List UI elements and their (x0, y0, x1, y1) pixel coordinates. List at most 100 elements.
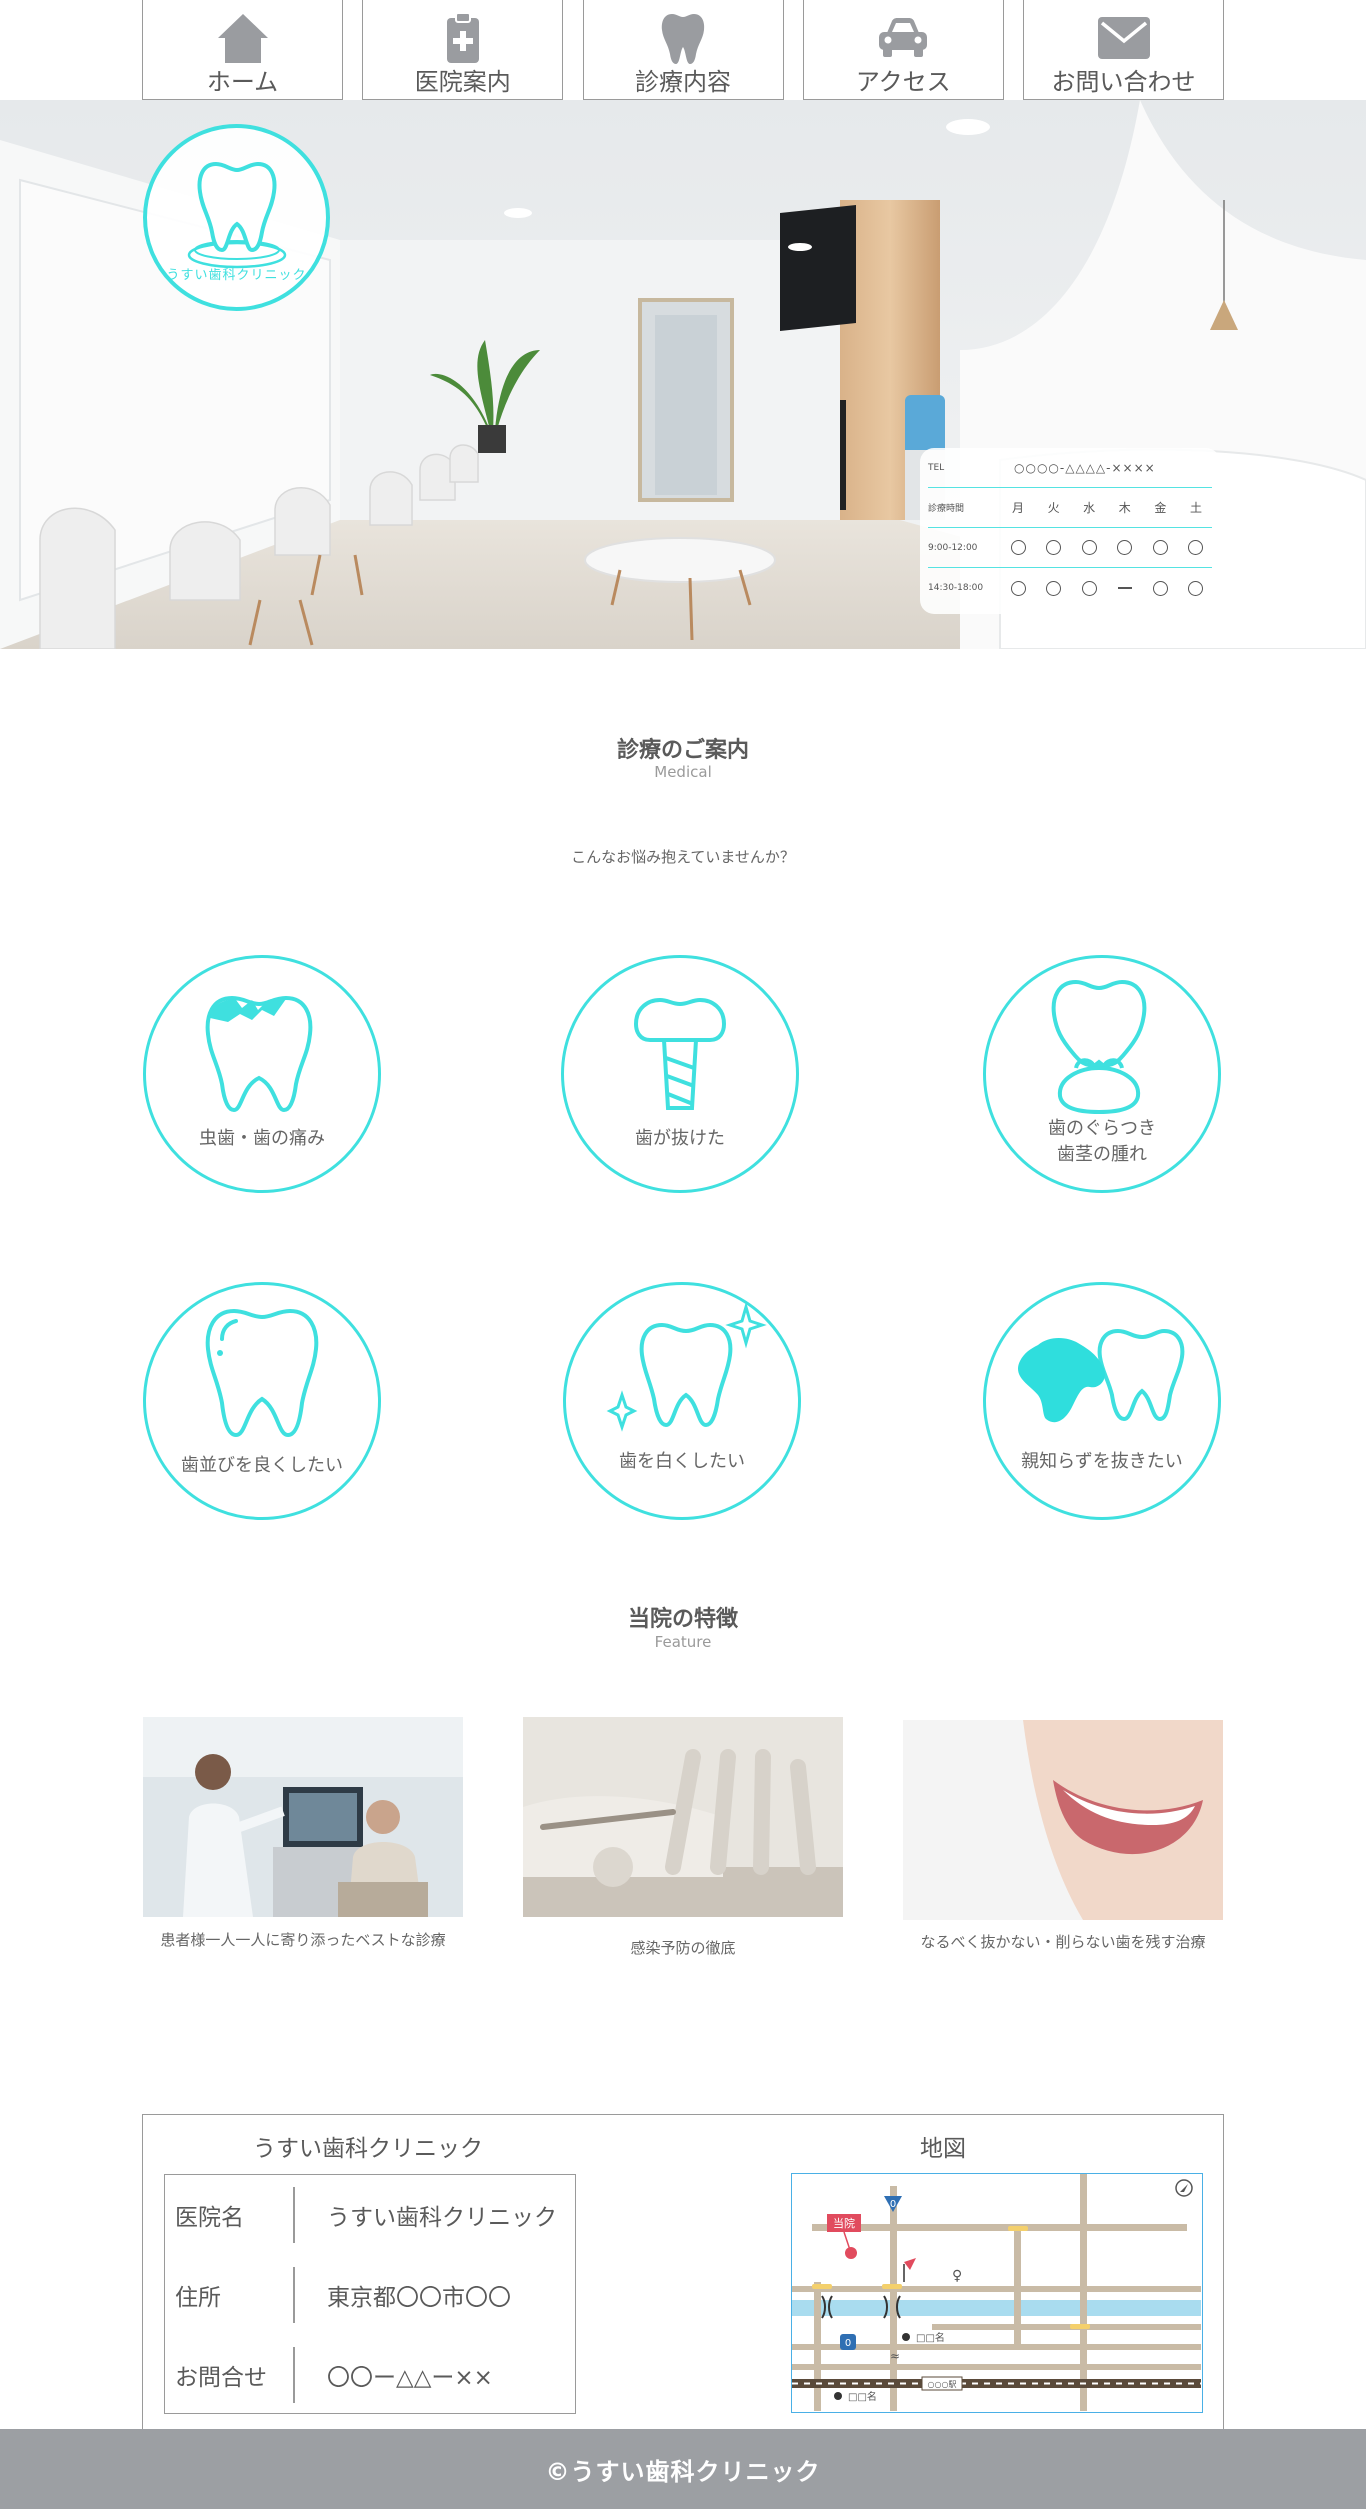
hours-mark (1077, 540, 1101, 555)
day-sat: 土 (1189, 501, 1202, 515)
open-mark (1152, 540, 1168, 555)
open-mark (1081, 540, 1097, 555)
symptom-cavity-label: 虫歯・歯の痛み (199, 1128, 325, 1149)
cavity-tooth-icon (205, 995, 313, 1113)
hours-mark (1113, 581, 1137, 596)
hours-mark (1184, 580, 1208, 596)
symptom-whitening-label: 歯を白くしたい (619, 1451, 745, 1472)
map-clinic-label: 当院 (833, 2216, 855, 2230)
symptom-gum-label-2: 歯茎の腫れ (1057, 1144, 1147, 1165)
clinic-info-section: うすい歯科クリニック 医院名 うすい歯科クリニック 住所 東京都〇〇市〇〇 お問… (142, 2114, 1224, 2429)
sparkle-tooth-icon (606, 1301, 767, 1432)
map-poi-1: □□名 (916, 2331, 945, 2344)
implant-icon (633, 997, 727, 1110)
footer: ©うすい歯科クリニック (0, 2429, 1366, 2509)
feature-section-title: 当院の特徴 (627, 1607, 738, 1632)
logo-text: うすい歯科クリニック (166, 268, 307, 283)
wisdom-tooth-icon (1017, 1328, 1185, 1423)
consultation-photo (143, 1717, 463, 1917)
home-icon (217, 14, 268, 63)
nav-clinic-info-label: 医院案内 (414, 68, 511, 96)
hours-mark (1148, 580, 1172, 596)
car-icon (879, 18, 928, 57)
mail-icon (1097, 17, 1150, 59)
hero-banner: うすい歯科クリニック TEL ○○○○-△△△△-×××× 診療時間 月 火 水… (0, 100, 1366, 649)
info-key-address: 住所 (175, 2285, 221, 2311)
svg-text:♀: ♀ (952, 2268, 962, 2284)
map-route-sign: 0 (890, 2199, 896, 2210)
symptom-cavity[interactable]: 虫歯・歯の痛み (143, 955, 381, 1193)
hours-row-morning: 9:00-12:00 (928, 528, 1212, 568)
day-mon: 月 (1011, 501, 1024, 515)
nav-home-label: ホーム (206, 68, 279, 96)
hours-header-label: 診療時間 (928, 504, 965, 514)
open-mark (1152, 580, 1168, 596)
office-hours-card: TEL ○○○○-△△△△-×××× 診療時間 月 火 水 木 金 土 9:00… (920, 448, 1220, 614)
nav-treatments-label: 診療内容 (635, 68, 731, 96)
straight-tooth-icon (205, 1308, 319, 1438)
hours-mark (1148, 540, 1172, 555)
hours-mark (1184, 540, 1208, 555)
access-map[interactable]: ○○○駅 0 0 当院 □□名 □□名 ♀ ≈ (791, 2173, 1203, 2413)
hours-row-afternoon: 14:30-18:00 (928, 568, 1212, 608)
nav-treatments[interactable]: 診療内容 (582, 0, 784, 100)
symptom-whitening[interactable]: 歯を白くしたい (563, 1282, 801, 1520)
open-mark (1010, 580, 1026, 596)
tel-value[interactable]: ○○○○-△△△△-×××× (1006, 461, 1156, 475)
symptom-wisdom-tooth[interactable]: 親知らずを抜きたい (983, 1282, 1221, 1520)
info-value-name: うすい歯科クリニック (327, 2205, 557, 2231)
medical-section-title: 診療のご案内 (616, 738, 749, 763)
open-mark (1117, 540, 1133, 555)
feature-preservation-caption: なるべく抜かない・削らない歯を残す治療 (920, 1933, 1206, 1951)
symptom-gum[interactable]: 歯のぐらつき 歯茎の腫れ (983, 955, 1221, 1193)
symptom-lost-tooth[interactable]: 歯が抜けた (561, 955, 799, 1193)
symptom-alignment[interactable]: 歯並びを良くしたい (143, 1282, 381, 1520)
open-mark (1081, 580, 1097, 596)
closed-mark (1117, 587, 1132, 589)
hours-mark (1006, 540, 1030, 555)
info-table: 医院名 うすい歯科クリニック 住所 東京都〇〇市〇〇 お問合せ 〇〇ー△△ー×× (164, 2174, 576, 2414)
info-value-address: 東京都〇〇市〇〇 (327, 2285, 511, 2311)
info-row-address: 住所 東京都〇〇市〇〇 (165, 2255, 577, 2335)
open-mark (1046, 540, 1062, 555)
tel-row: TEL ○○○○-△△△△-×××× (928, 448, 1212, 488)
svg-text:≈: ≈ (890, 2349, 900, 2363)
map-station-label: ○○○駅 (928, 2380, 957, 2389)
smile-photo (903, 1720, 1223, 1920)
hours-mark (1042, 580, 1066, 596)
hours-mark (1077, 580, 1101, 596)
nav-home[interactable]: ホーム (142, 0, 343, 100)
nav-clinic-info[interactable]: 医院案内 (362, 0, 564, 100)
hours-mark (1006, 580, 1030, 596)
info-value-contact[interactable]: 〇〇ー△△ー×× (295, 2358, 493, 2392)
medical-lead: こんなお悩み抱えていませんか？ (571, 848, 795, 866)
hours-mark (1042, 540, 1066, 555)
tooth-icon (661, 14, 705, 64)
info-key-name: 医院名 (175, 2205, 244, 2231)
time-morning: 9:00-12:00 (928, 542, 978, 553)
nav-access[interactable]: アクセス (802, 0, 1004, 100)
clipboard-medical-icon (446, 12, 479, 63)
map-poi-2: □□名 (848, 2390, 877, 2403)
logo-tooth-icon (187, 161, 286, 269)
clinic-logo[interactable]: うすい歯科クリニック (143, 124, 330, 311)
time-afternoon: 14:30-18:00 (928, 583, 984, 593)
feature-infection-control-caption: 感染予防の徹底 (630, 1939, 736, 1957)
map-title: 地図 (920, 2136, 966, 2162)
open-mark (1188, 580, 1204, 596)
nav-access-label: アクセス (855, 68, 951, 96)
open-mark (1188, 540, 1204, 555)
info-title: うすい歯科クリニック (253, 2136, 483, 2162)
info-row-name: 医院名 うすい歯科クリニック (165, 2175, 577, 2255)
tel-label: TEL (928, 462, 945, 473)
day-thu: 木 (1118, 501, 1131, 515)
symptom-lost-tooth-label: 歯が抜けた (635, 1128, 725, 1149)
open-mark (1046, 580, 1062, 596)
day-wed: 水 (1083, 501, 1096, 515)
nav-contact-label: お問い合わせ (1051, 68, 1196, 96)
copyright-text: ©うすい歯科クリニック (545, 2457, 821, 2486)
info-row-contact: お問合せ 〇〇ー△△ー×× (165, 2335, 577, 2415)
nav-contact[interactable]: お問い合わせ (1023, 0, 1224, 100)
symptom-alignment-label: 歯並びを良くしたい (181, 1455, 343, 1476)
day-tue: 火 (1047, 501, 1060, 515)
